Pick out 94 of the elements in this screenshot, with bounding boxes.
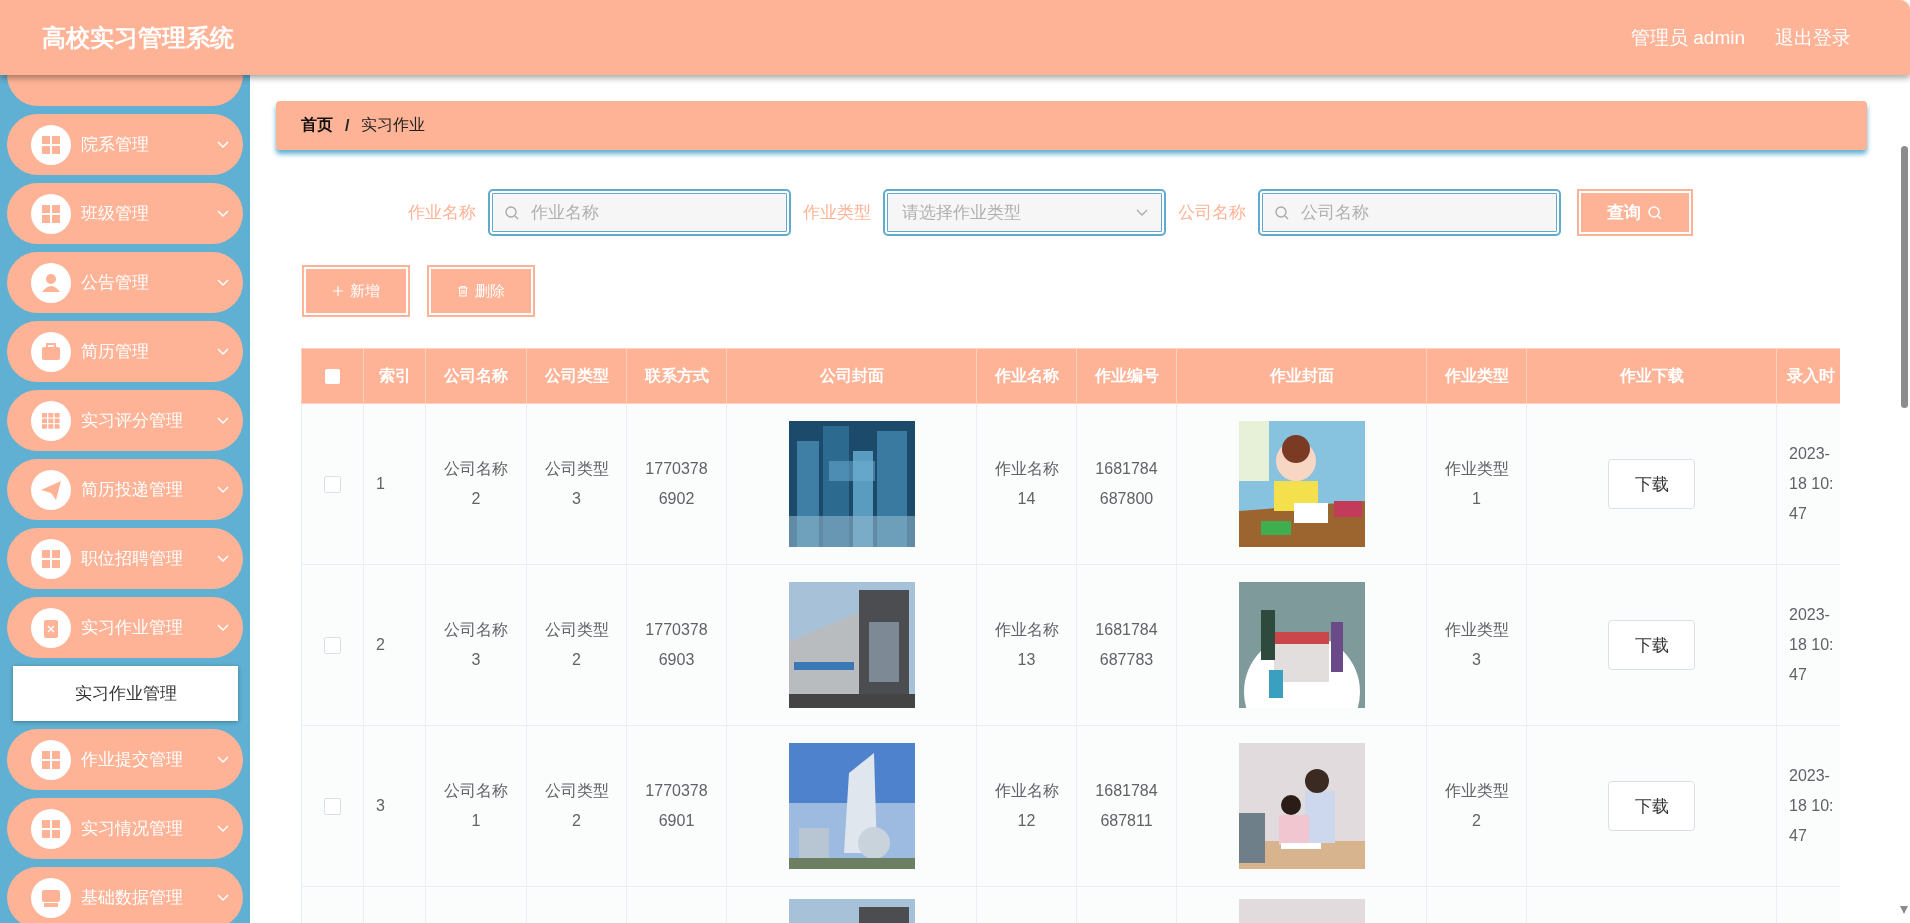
menu-item[interactable]: 简历投递管理 [7,459,243,520]
table-cell: 作业名称13 [994,621,1059,668]
grid-icon [31,400,71,441]
table-cell: 1681784687800 [1095,460,1158,507]
breadcrumb-current: 实习作业 [361,115,426,135]
column-header: 作业封面 [1176,348,1427,404]
menu-item[interactable]: 简历管理 [7,321,243,382]
filter-label: 公司名称 [1178,202,1246,224]
paper-plane-icon [31,469,71,510]
chevron-down-icon [217,485,229,494]
menu-item[interactable]: 基础数据管理 [7,867,243,923]
trash-icon [457,285,469,297]
grid-icon [31,193,71,234]
filter-label: 作业类型 [803,202,871,224]
chevron-down-icon [217,278,229,287]
breadcrumb-separator: / [345,116,350,135]
table-cell: 3 [376,797,385,814]
select-all-checkbox[interactable] [325,369,340,385]
table-cell: 2023- 18 10: 47 [1789,445,1834,522]
search-icon [1647,204,1663,221]
table-cell: 公司名称1 [444,782,508,829]
column-header: 作业类型 [1426,348,1527,404]
table-cell: 作业名称12 [994,782,1059,829]
download-button[interactable]: 下载 [1608,459,1695,509]
table-cell: 作业类型2 [1444,782,1509,829]
add-button[interactable]: 新增 [302,265,410,317]
chevron-down-icon [217,140,229,149]
chevron-down-icon [217,209,229,218]
filter-label: 作业名称 [408,202,476,224]
breadcrumb-link[interactable]: 首页 [301,115,333,136]
table-cell: 17703786902 [645,460,708,507]
app-title: 高校实习管理系统 [42,22,234,53]
plus-icon [332,285,344,297]
table-cell: 作业类型1 [1444,460,1509,507]
column-header: 公司封面 [726,348,977,404]
chevron-down-icon [217,824,229,833]
table-cell: 公司类型3 [544,460,609,507]
menu-item[interactable]: 公告管理 [7,252,243,313]
table-cell: 公司名称2 [444,460,508,507]
table-cell: 2023- 18 10: 47 [1789,606,1834,683]
person-icon [31,262,71,303]
table-cell: 1681784687811 [1095,782,1158,829]
table-cell: 1681784687783 [1095,621,1158,668]
menu-item[interactable]: 实习作业管理 [7,597,243,658]
query-button[interactable]: 查询 [1577,189,1693,236]
column-header: 作业名称 [976,348,1077,404]
grid-icon [31,739,71,780]
table-cell: 公司类型2 [544,782,609,829]
chevron-down-icon [217,554,229,563]
grid-icon [31,124,71,165]
menu-item[interactable]: 班级管理 [7,183,243,244]
column-header: 索引 [363,348,426,404]
menu-item[interactable]: 实习评分管理 [7,390,243,451]
table-cell: 17703786901 [645,782,708,829]
submenu-item[interactable]: 实习作业管理 [13,666,238,721]
table-cell: 1 [376,475,385,492]
table-cell: 17703786903 [645,621,708,668]
briefcase-icon [31,331,71,372]
column-header: 作业下载 [1526,348,1777,404]
user-label: 管理员 admin [1630,25,1745,50]
chevron-down-icon [217,623,229,632]
download-button[interactable]: 下载 [1608,620,1695,670]
chevron-down-icon [1136,209,1148,217]
download-button[interactable]: 下载 [1608,781,1695,831]
column-header: 作业编号 [1076,348,1177,404]
chevron-down-icon [217,893,229,902]
chevron-down-icon [217,416,229,425]
column-header: 公司名称 [425,348,527,404]
row-checkbox[interactable] [324,476,341,494]
column-header: 联系方式 [626,348,727,404]
monitor-icon [31,877,71,918]
grid-icon [31,538,71,579]
menu-item[interactable]: 职位招聘管理 [7,528,243,589]
table-cell: 作业类型3 [1444,621,1509,668]
chevron-down-icon [217,755,229,764]
search-icon [504,205,520,221]
menu-item[interactable]: 院系管理 [7,114,243,175]
search-icon [1274,205,1290,221]
delete-button[interactable]: 删除 [427,265,535,317]
column-header: 公司类型 [526,348,627,404]
table-cell: 2023- 18 10: 47 [1789,767,1834,844]
chevron-down-icon [217,347,229,356]
grid-icon [31,808,71,849]
row-checkbox[interactable] [324,798,341,816]
table-cell: 2 [376,636,385,653]
row-checkbox[interactable] [324,637,341,655]
menu-item[interactable]: 作业提交管理 [7,729,243,790]
clipboard-icon [31,607,71,648]
table-cell: 作业名称14 [994,460,1059,507]
menu-item[interactable]: 实习情况管理 [7,798,243,859]
table-cell: 公司类型2 [544,621,609,668]
logout-link[interactable]: 退出登录 [1775,24,1851,51]
table-cell: 公司名称3 [444,621,508,668]
column-header: 录入时 [1776,348,1840,404]
